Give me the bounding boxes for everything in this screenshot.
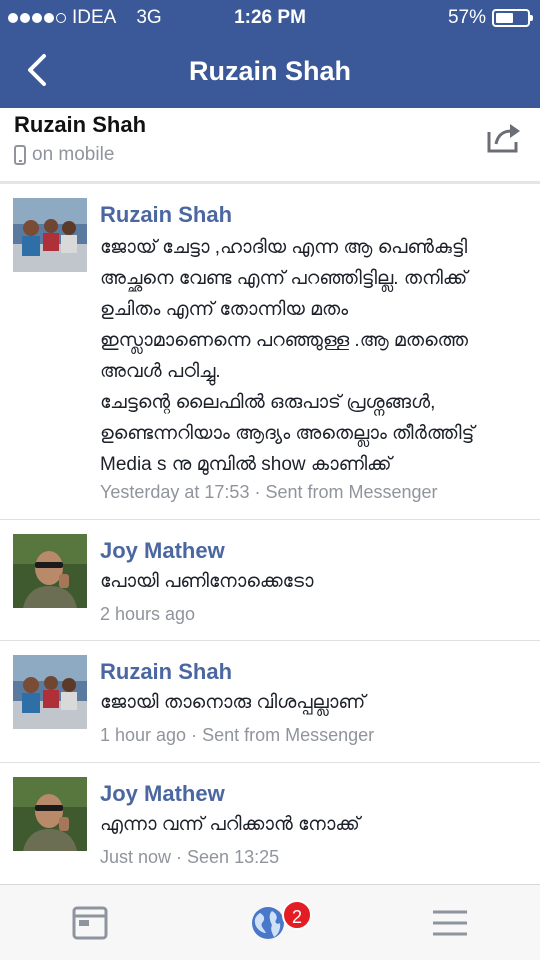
top-bar: IDEA 3G 1:26 PM 57% Ruzain Shah	[0, 0, 540, 108]
avatar[interactable]	[13, 777, 87, 851]
message-meta: Just now · Seen 13:25	[100, 847, 280, 867]
battery-percent: 57%	[447, 7, 486, 28]
message-meta: Yesterday at 17:53 · Sent from Messenger	[100, 482, 438, 502]
message-line: ചേട്ടന്റെ ലൈഫിൽ ഒരുപാട് പ്രശ്നങ്ങൾ,	[100, 392, 436, 413]
news-feed-icon	[72, 906, 108, 940]
share-button[interactable]	[486, 122, 522, 154]
sender-name[interactable]: Joy Mathew	[100, 538, 225, 564]
message-line: ഉണ്ടെന്നറിയാം ആദ്യം അതെല്ലാം തീർത്തിട്ട്	[100, 423, 475, 444]
battery-icon	[492, 9, 533, 27]
contact-name[interactable]: Ruzain Shah	[14, 112, 146, 138]
tab-menu[interactable]	[430, 903, 470, 943]
message-line: പോയി പണിനോക്കെടോ	[100, 571, 314, 592]
message-line: ഉചിതം എന്ന് തോന്നിയ മതം	[100, 299, 349, 320]
sender-name[interactable]: Ruzain Shah	[100, 659, 232, 685]
notification-badge: 2	[282, 900, 312, 930]
mobile-phone-icon	[14, 145, 26, 165]
avatar[interactable]	[13, 655, 87, 729]
message-text: എന്നാ വന്ന് പറിക്കാൻ നോക്ക്	[100, 809, 530, 840]
nav-bar: Ruzain Shah	[0, 34, 540, 108]
message-line: ഇസ്ലാമാണെന്നെ പറഞ്ഞുള്ള .ആ മതത്തെ	[100, 330, 469, 351]
avatar[interactable]	[13, 198, 87, 272]
message-line: അച്ഛനെ വേണ്ട എന്ന് പറഞ്ഞിട്ടില്ല. തനിക്ക…	[100, 268, 468, 289]
message-text: ജോയ് ചേട്ടാ ,ഹാദിയ എന്ന ആ പെൺകുട്ടി അച്ഛ…	[100, 232, 530, 480]
bottom-tab-bar	[0, 884, 540, 960]
message-item[interactable]: Ruzain Shah ജോയി താനൊരു വിശപ്പല്ലാണ് 1 h…	[0, 641, 540, 763]
message-text: പോയി പണിനോക്കെടോ	[100, 566, 530, 597]
menu-icon	[433, 910, 467, 936]
message-text: ജോയി താനൊരു വിശപ്പല്ലാണ്	[100, 687, 530, 718]
battery-level	[496, 13, 513, 23]
message-meta: 2 hours ago	[100, 604, 196, 624]
message-item[interactable]: Ruzain Shah ജോയ് ചേട്ടാ ,ഹാദിയ എന്ന ആ പെ…	[0, 184, 540, 520]
group-photo-avatar	[13, 655, 87, 729]
message-line: എന്നാ വന്ന് പറിക്കാൻ നോക്ക്	[100, 814, 360, 835]
message-item[interactable]: Joy Mathew എന്നാ വന്ന് പറിക്കാൻ നോക്ക് J…	[0, 763, 540, 885]
person-photo-avatar	[13, 777, 87, 851]
conversation-header: Ruzain Shah on mobile	[0, 108, 540, 184]
sender-name[interactable]: Joy Mathew	[100, 781, 225, 807]
message-meta: 1 hour ago · Sent from Messenger	[100, 725, 375, 745]
message-line: ജോയ് ചേട്ടാ ,ഹാദിയ എന്ന ആ പെൺകുട്ടി	[100, 237, 468, 258]
person-photo-avatar	[13, 534, 87, 608]
message-line: അവൾ പഠിച്ചു.	[100, 361, 221, 382]
message-item[interactable]: Joy Mathew പോയി പണിനോക്കെടോ 2 hours ago	[0, 520, 540, 641]
page-title: Ruzain Shah	[188, 56, 351, 86]
tab-news-feed[interactable]	[70, 903, 110, 943]
battery-area: 57%	[447, 7, 533, 29]
presence-status: on mobile	[14, 144, 114, 166]
message-line: Media s നു മുമ്പിൽ show കാണിക്ക്	[100, 454, 392, 475]
presence-label: on mobile	[32, 144, 115, 165]
sender-name[interactable]: Ruzain Shah	[100, 202, 232, 228]
share-icon	[487, 124, 520, 153]
message-line: ജോയി താനൊരു വിശപ്പല്ലാണ്	[100, 692, 366, 713]
group-photo-avatar	[13, 198, 87, 272]
avatar[interactable]	[13, 534, 87, 608]
status-bar: IDEA 3G 1:26 PM 57%	[0, 0, 540, 34]
